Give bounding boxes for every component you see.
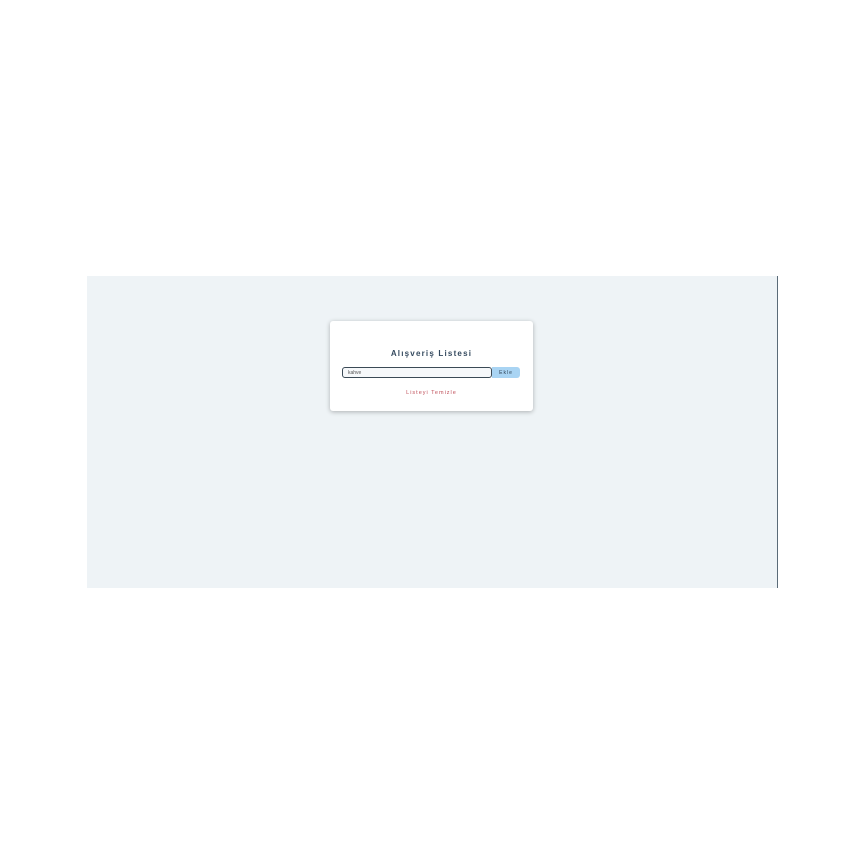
shopping-list-card: Alışveriş Listesi Ekle Listeyi Temizle (330, 321, 533, 411)
clear-list-button[interactable]: Listeyi Temizle (330, 390, 533, 396)
add-button[interactable]: Ekle (492, 367, 520, 378)
app-viewport: Alışveriş Listesi Ekle Listeyi Temizle (87, 276, 778, 588)
page-title: Alışveriş Listesi (390, 349, 473, 358)
item-input[interactable] (342, 367, 492, 378)
add-item-row: Ekle (342, 367, 520, 378)
